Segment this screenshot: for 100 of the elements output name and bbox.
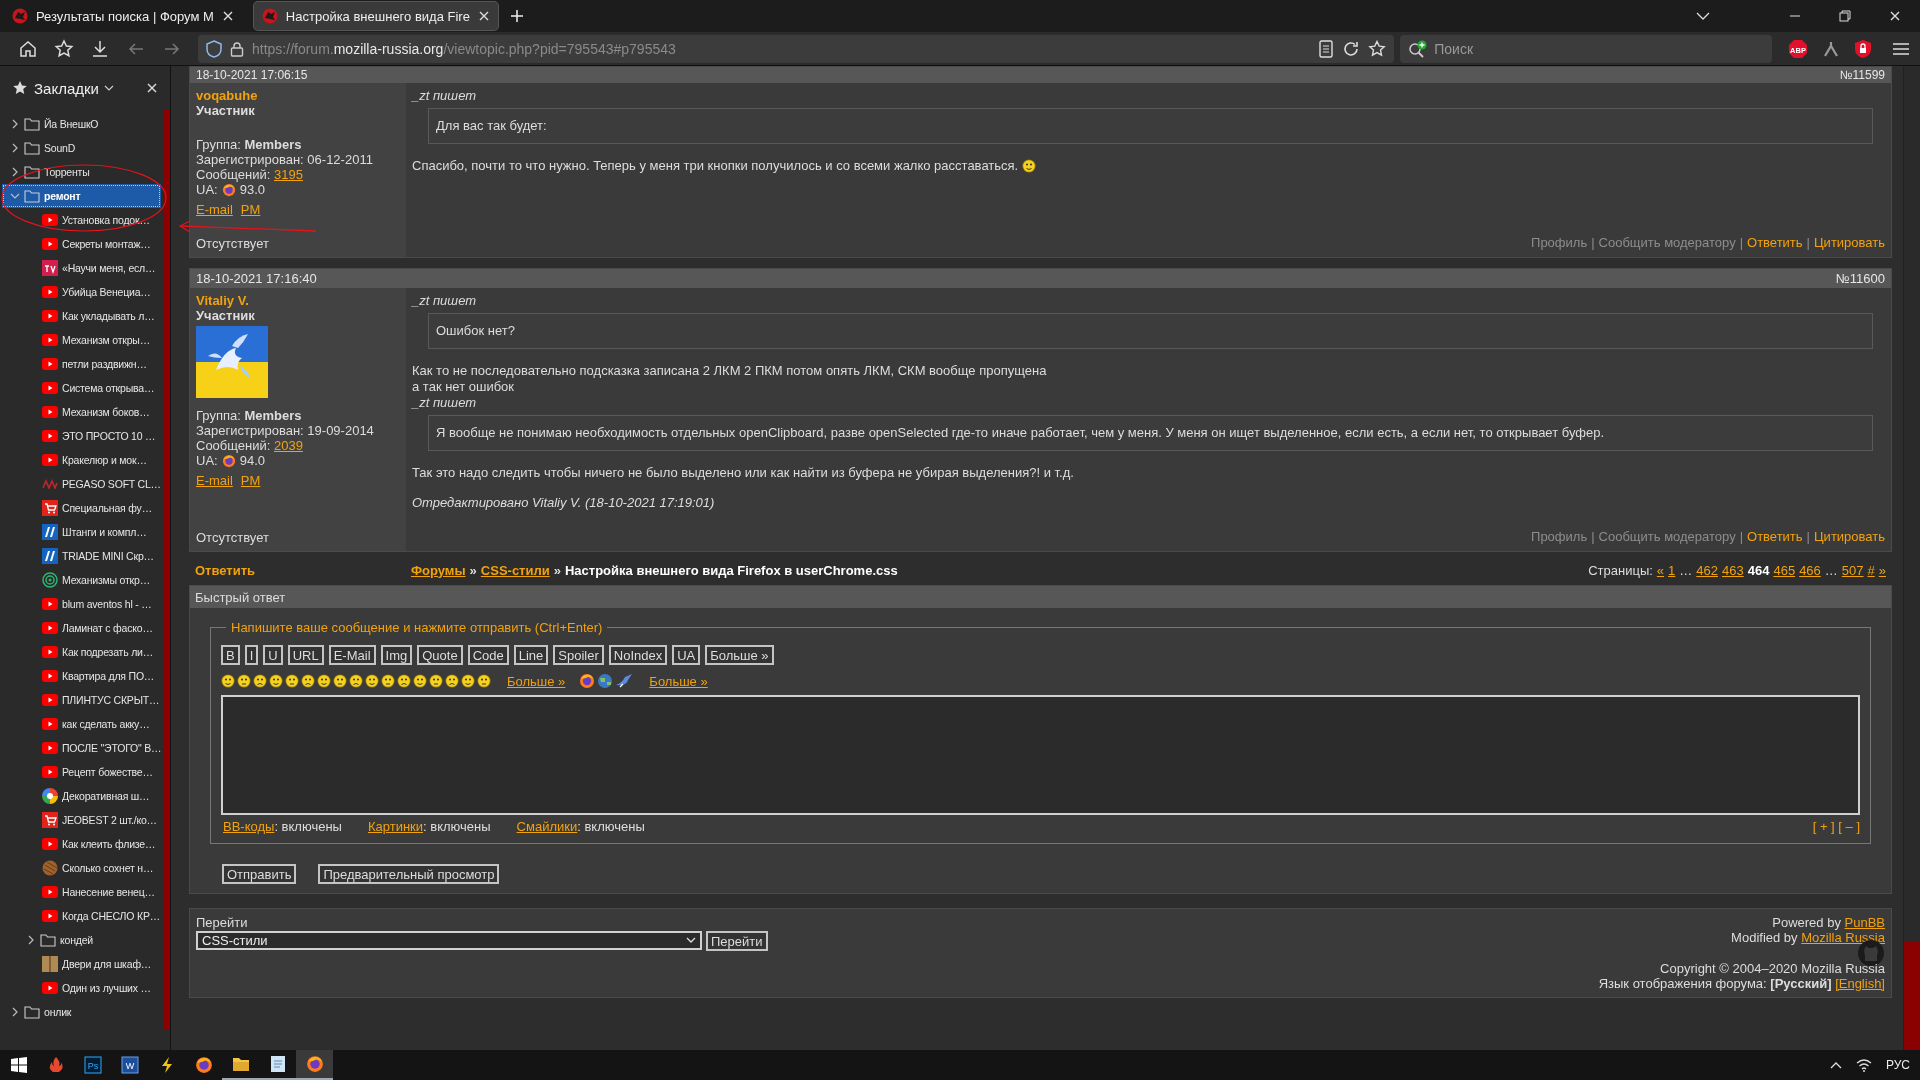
- post-count-link[interactable]: 2039: [274, 438, 303, 453]
- post-action-link[interactable]: Сообщить модератору: [1598, 529, 1736, 545]
- bookmark-item[interactable]: Специальная фу…: [2, 496, 161, 520]
- smiley-icon[interactable]: [221, 674, 235, 688]
- author-name[interactable]: voqabuhe: [196, 88, 258, 103]
- submit-button[interactable]: Предварительный просмотр: [318, 864, 500, 884]
- reader-icon[interactable]: [1318, 39, 1335, 58]
- wifi-icon[interactable]: [1855, 1058, 1872, 1072]
- format-button[interactable]: Line: [513, 645, 549, 665]
- smiley-icon[interactable]: [413, 674, 427, 688]
- resize-links[interactable]: [ + ] [ – ]: [1812, 819, 1860, 834]
- bookmark-item[interactable]: ПЛИНТУС СКРЫТ…: [2, 688, 161, 712]
- chevron-icon[interactable]: [10, 167, 20, 177]
- page-link[interactable]: 463: [1722, 562, 1744, 578]
- bookmark-folder[interactable]: Торренты: [2, 160, 161, 184]
- chevron-icon[interactable]: [10, 119, 20, 129]
- tab-list-icon[interactable]: [1696, 11, 1710, 21]
- lock-icon[interactable]: [230, 40, 244, 57]
- chevron-icon[interactable]: [26, 935, 36, 945]
- reload-icon[interactable]: [1342, 39, 1361, 58]
- taskbar-button[interactable]: [296, 1050, 333, 1080]
- bookmark-item[interactable]: Секреты монтаж…: [2, 232, 161, 256]
- smiley-icon[interactable]: [253, 674, 267, 688]
- home-icon[interactable]: [18, 38, 38, 59]
- smiley-icon[interactable]: [285, 674, 299, 688]
- format-button[interactable]: Code: [467, 645, 509, 665]
- close-window-icon[interactable]: [1889, 10, 1901, 22]
- smiley-icon[interactable]: [269, 674, 283, 688]
- post-count-link[interactable]: 3195: [274, 167, 303, 182]
- bookmark-folder[interactable]: SounD: [2, 136, 161, 160]
- smiley-icon[interactable]: [429, 674, 443, 688]
- bookmark-item[interactable]: Механизмы откр…: [2, 568, 161, 592]
- go-button[interactable]: Перейти: [706, 931, 768, 951]
- smiley-icon[interactable]: [445, 674, 459, 688]
- post-action-link[interactable]: Профиль: [1531, 235, 1588, 251]
- bookmark-item[interactable]: ПОСЛЕ "ЭТОГО" В…: [2, 736, 161, 760]
- page-link[interactable]: 1: [1668, 562, 1676, 578]
- shield-icon[interactable]: [1854, 38, 1872, 59]
- sidebar-switcher[interactable]: Закладки: [34, 79, 140, 97]
- bookmark-item[interactable]: Один из лучших …: [2, 976, 161, 1000]
- language-indicator[interactable]: РУС: [1885, 1058, 1910, 1072]
- browser-tab[interactable]: Настройка внешнего вида Fire: [253, 2, 498, 30]
- bookmark-item[interactable]: blum aventos hl - …: [2, 592, 161, 616]
- bookmark-item[interactable]: Как клеить флизе…: [2, 832, 161, 856]
- bookmark-folder[interactable]: ремонт: [2, 184, 161, 208]
- close-tab-icon[interactable]: [221, 10, 234, 22]
- author-name[interactable]: Vitaliy V.: [196, 293, 249, 308]
- smiley-icon[interactable]: [365, 674, 379, 688]
- email-link[interactable]: E-mail: [196, 202, 233, 217]
- bookmark-item[interactable]: Двери для шкаф…: [2, 952, 161, 976]
- message-field[interactable]: [221, 695, 1860, 815]
- restore-icon[interactable]: [1839, 10, 1851, 22]
- bookmark-item[interactable]: Штанги и компл…: [2, 520, 161, 544]
- bookmark-item[interactable]: ЭТО ПРОСТО 10 …: [2, 424, 161, 448]
- page-link[interactable]: #: [1867, 562, 1875, 578]
- smiley-icon[interactable]: [381, 674, 395, 688]
- bookmark-item[interactable]: петли раздвижн…: [2, 352, 161, 376]
- post-action-link[interactable]: Ответить: [1747, 235, 1803, 251]
- reply-link[interactable]: Ответить: [189, 562, 411, 578]
- bookmark-item[interactable]: Убийца Венециа…: [2, 280, 161, 304]
- forum-select[interactable]: CSS-стили: [196, 931, 702, 950]
- bookmark-item[interactable]: Квартира для ПО…: [2, 664, 161, 688]
- smiley-icon[interactable]: [1022, 159, 1037, 173]
- breadcrumb-link[interactable]: CSS-стили: [480, 562, 550, 578]
- pm-link[interactable]: PM: [240, 473, 261, 488]
- firefox-icon[interactable]: [579, 673, 596, 689]
- chevron-up-icon[interactable]: [1829, 1061, 1842, 1069]
- star-icon[interactable]: [1368, 39, 1387, 58]
- bookmark-item[interactable]: Когда СНЕСЛО КР…: [2, 904, 161, 928]
- bookmark-item[interactable]: Механизм откры…: [2, 328, 161, 352]
- format-button[interactable]: U: [263, 645, 283, 665]
- chevron-icon[interactable]: [10, 143, 20, 153]
- page-link[interactable]: »: [1878, 562, 1886, 578]
- bookmark-folder[interactable]: кондей: [2, 928, 161, 952]
- start-icon[interactable]: [10, 1057, 27, 1073]
- format-button[interactable]: B: [221, 645, 240, 665]
- format-button[interactable]: NoIndex: [608, 645, 668, 665]
- smiley-icon[interactable]: [237, 674, 251, 688]
- format-button[interactable]: URL: [287, 645, 324, 665]
- bookmark-item[interactable]: Кракелюр и мок…: [2, 448, 161, 472]
- bookmark-item[interactable]: Декоративная ш…: [2, 784, 161, 808]
- bookmark-item[interactable]: «Научи меня, есл…: [2, 256, 161, 280]
- bookmark-item[interactable]: Сколько сохнет н…: [2, 856, 161, 880]
- smiley-icon[interactable]: [301, 674, 315, 688]
- menu-icon[interactable]: [1892, 40, 1910, 57]
- smiley-icon[interactable]: [333, 674, 347, 688]
- chevron-icon[interactable]: [10, 191, 20, 201]
- close-tab-icon[interactable]: [477, 10, 490, 22]
- smiley-icon[interactable]: [397, 674, 411, 688]
- page-link[interactable]: 466: [1799, 562, 1821, 578]
- bookmark-folder[interactable]: Йа ВнешкО: [2, 112, 161, 136]
- bookmark-item[interactable]: Система открыва…: [2, 376, 161, 400]
- more-smileys-link[interactable]: Больше »: [507, 673, 566, 689]
- smiley-icon[interactable]: [349, 674, 363, 688]
- format-button[interactable]: I: [244, 645, 259, 665]
- setting-link[interactable]: Картинки: [367, 819, 424, 834]
- email-link[interactable]: E-mail: [196, 473, 233, 488]
- post-action-link[interactable]: Ответить: [1747, 529, 1803, 545]
- bookmark-item[interactable]: Рецепт божестве…: [2, 760, 161, 784]
- search-field[interactable]: Поиск: [1400, 34, 1772, 63]
